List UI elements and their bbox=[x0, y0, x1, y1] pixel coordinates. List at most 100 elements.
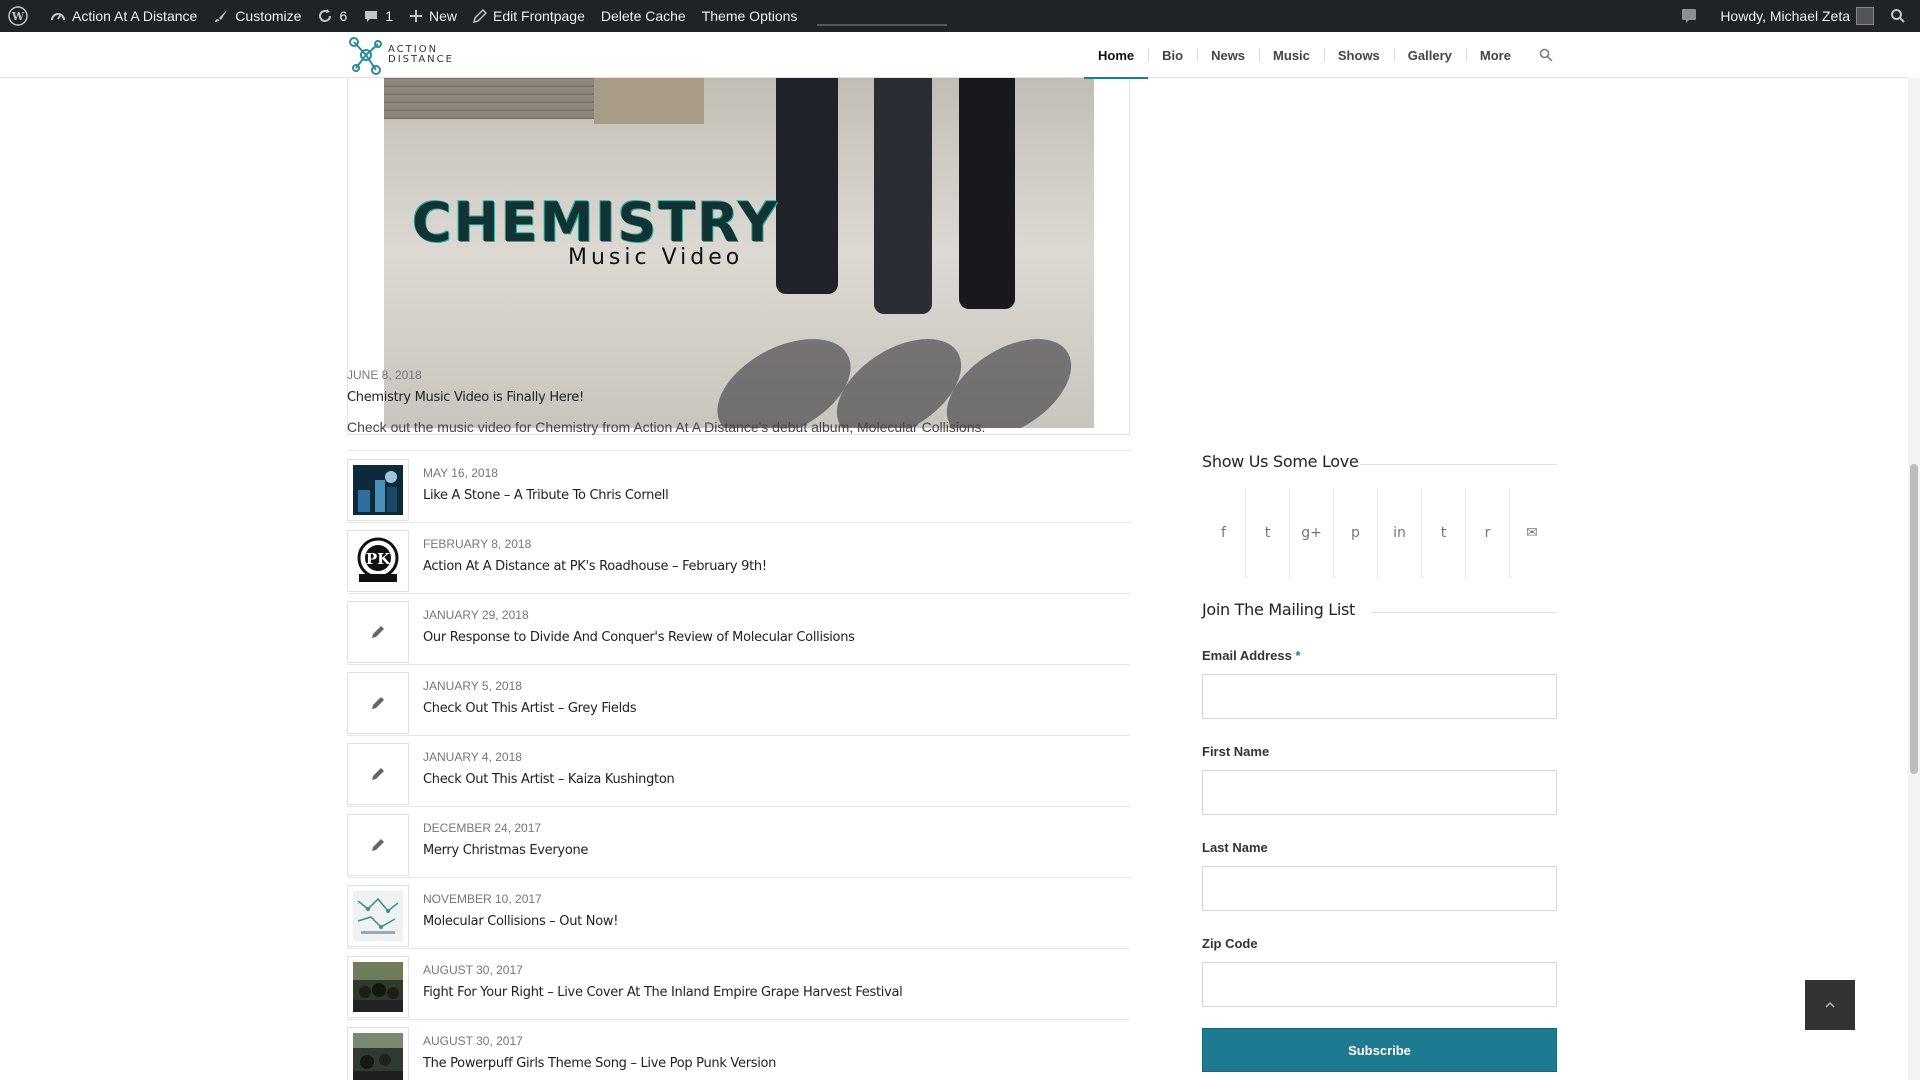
post-date: JANUARY 4, 2018 bbox=[423, 750, 522, 764]
post-date: MAY 16, 2018 bbox=[423, 466, 498, 480]
first-name-field[interactable] bbox=[1202, 770, 1557, 815]
post-title-link[interactable]: Our Response to Divide And Conquer's Rev… bbox=[423, 630, 855, 645]
howdy-label: Howdy, Michael Zeta bbox=[1720, 8, 1850, 24]
wall-image bbox=[594, 78, 704, 124]
new-content-link[interactable]: New bbox=[401, 0, 465, 32]
facebook-icon[interactable]: f bbox=[1202, 488, 1246, 578]
google-plus-icon[interactable]: g+ bbox=[1290, 488, 1334, 578]
svg-text:PK: PK bbox=[366, 550, 391, 568]
speech-bubble-icon bbox=[1682, 9, 1697, 23]
post-title-link[interactable]: Fight For Your Right – Live Cover At The… bbox=[423, 985, 903, 1000]
list-item: PK FEBRUARY 8, 2018 Action At A Distance… bbox=[347, 523, 1130, 594]
band-member-figure bbox=[874, 78, 932, 314]
avatar bbox=[1856, 7, 1874, 25]
title-rule bbox=[1360, 464, 1557, 465]
nav-search-button[interactable] bbox=[1525, 32, 1567, 78]
nav-more[interactable]: More bbox=[1465, 32, 1525, 78]
post-title-link[interactable]: The Powerpuff Girls Theme Song – Live Po… bbox=[423, 1056, 776, 1071]
nav-news[interactable]: News bbox=[1197, 32, 1259, 78]
post-thumbnail[interactable] bbox=[347, 956, 409, 1018]
zip-code-field[interactable] bbox=[1202, 962, 1557, 1007]
post-title-link[interactable]: Action At A Distance at PK's Roadhouse –… bbox=[423, 559, 767, 574]
post-thumbnail[interactable] bbox=[347, 743, 409, 805]
post-thumbnail[interactable] bbox=[347, 885, 409, 947]
band-member-figure bbox=[776, 78, 838, 294]
post-date: JUNE 8, 2018 bbox=[347, 368, 422, 382]
page-scrollbar[interactable] bbox=[1908, 78, 1920, 1080]
post-thumbnail[interactable] bbox=[347, 814, 409, 876]
pinterest-icon[interactable]: p bbox=[1334, 488, 1378, 578]
post-title-link[interactable]: Check Out This Artist – Kaiza Kushington bbox=[423, 772, 675, 787]
customize-link[interactable]: Customize bbox=[205, 0, 309, 32]
nav-bio[interactable]: Bio bbox=[1148, 32, 1197, 78]
scrollbar-thumb[interactable] bbox=[1910, 464, 1918, 774]
tumblr-icon[interactable]: t bbox=[1422, 488, 1466, 578]
post-title-link[interactable]: Chemistry Music Video is Finally Here! bbox=[347, 390, 1130, 405]
scroll-to-top-button[interactable] bbox=[1805, 980, 1855, 1030]
pk-roadhouse-logo-icon: PK bbox=[357, 537, 399, 582]
updates-link[interactable]: 6 bbox=[309, 0, 355, 32]
comments-link[interactable]: 1 bbox=[355, 0, 401, 32]
post-thumbnail[interactable] bbox=[347, 1027, 409, 1080]
social-title-text: Show Us Some Love bbox=[1202, 452, 1359, 471]
post-thumbnail[interactable] bbox=[347, 459, 409, 521]
garage-door-image bbox=[384, 78, 594, 119]
linkedin-icon[interactable]: in bbox=[1378, 488, 1422, 578]
theme-options-link[interactable]: Theme Options bbox=[694, 0, 806, 32]
list-item: JANUARY 4, 2018 Check Out This Artist – … bbox=[347, 736, 1130, 807]
site-name-link[interactable]: Action At A Distance bbox=[42, 0, 205, 32]
search-icon bbox=[1539, 48, 1553, 62]
wp-admin-bar: W Action At A Distance Customize 6 1 New… bbox=[0, 0, 1920, 32]
post-title-link[interactable]: Like A Stone – A Tribute To Chris Cornel… bbox=[423, 488, 669, 503]
theme-options-label: Theme Options bbox=[701, 8, 798, 24]
pencil-icon bbox=[372, 697, 384, 709]
email-label-text: Email Address bbox=[1202, 648, 1292, 663]
last-name-field[interactable] bbox=[1202, 866, 1557, 911]
my-account-link[interactable]: Howdy, Michael Zeta bbox=[1712, 0, 1882, 32]
email-icon[interactable]: ✉ bbox=[1510, 488, 1554, 578]
post-excerpt: Check out the music video for Chemistry … bbox=[347, 419, 986, 435]
site-logo[interactable]: ACTION DISTANCE bbox=[346, 32, 454, 78]
nav-gallery[interactable]: Gallery bbox=[1393, 32, 1466, 78]
post-thumbnail[interactable] bbox=[347, 672, 409, 734]
admin-search-button[interactable] bbox=[1882, 0, 1920, 32]
wordpress-logo-button[interactable]: W bbox=[0, 0, 42, 32]
photo-thumbnail bbox=[353, 1033, 403, 1080]
comments-count: 1 bbox=[385, 8, 394, 24]
edit-frontpage-label: Edit Frontpage bbox=[493, 8, 585, 24]
comment-icon bbox=[365, 11, 378, 22]
nav-music[interactable]: Music bbox=[1259, 32, 1324, 78]
post-title-link[interactable]: Molecular Collisions – Out Now! bbox=[423, 914, 618, 929]
dashboard-icon bbox=[51, 13, 65, 21]
brush-icon bbox=[215, 10, 228, 22]
updates-icon bbox=[319, 9, 332, 22]
list-item: JANUARY 5, 2018 Check Out This Artist – … bbox=[347, 665, 1130, 736]
nav-home[interactable]: Home bbox=[1084, 32, 1149, 79]
twitter-icon[interactable]: t bbox=[1246, 488, 1290, 578]
post-date: NOVEMBER 10, 2017 bbox=[423, 892, 542, 906]
nav-shows[interactable]: Shows bbox=[1323, 32, 1394, 78]
first-name-label: First Name bbox=[1202, 744, 1270, 759]
list-item: NOVEMBER 10, 2017 Molecular Collisions –… bbox=[347, 878, 1130, 949]
customize-label: Customize bbox=[235, 8, 302, 24]
notifications-button[interactable] bbox=[1672, 0, 1712, 32]
post-title-link[interactable]: Check Out This Artist – Grey Fields bbox=[423, 701, 637, 716]
mailing-title-text: Join The Mailing List bbox=[1202, 600, 1356, 619]
molecule-logo-icon bbox=[349, 37, 382, 75]
edit-frontpage-link[interactable]: Edit Frontpage bbox=[465, 0, 593, 32]
pencil-icon bbox=[372, 768, 384, 780]
subscribe-button[interactable]: Subscribe bbox=[1202, 1028, 1557, 1072]
email-field[interactable] bbox=[1202, 674, 1557, 719]
email-label: Email Address * bbox=[1202, 648, 1301, 663]
chevron-up-icon bbox=[1825, 1001, 1835, 1008]
reddit-icon[interactable]: r bbox=[1466, 488, 1510, 578]
logo-wordmark: ACTION DISTANCE bbox=[388, 45, 454, 65]
post-date: JANUARY 29, 2018 bbox=[423, 608, 529, 622]
plus-icon bbox=[410, 10, 423, 22]
pencil-icon bbox=[372, 839, 384, 851]
delete-cache-link[interactable]: Delete Cache bbox=[593, 0, 694, 32]
post-title-link[interactable]: Merry Christmas Everyone bbox=[423, 843, 588, 858]
post-thumbnail[interactable] bbox=[347, 601, 409, 663]
post-thumbnail[interactable]: PK bbox=[347, 530, 409, 592]
pencil-icon bbox=[372, 626, 384, 638]
